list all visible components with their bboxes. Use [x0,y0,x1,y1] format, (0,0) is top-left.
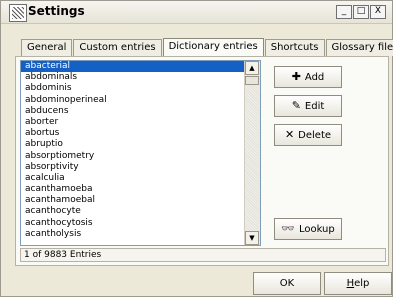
list-item[interactable]: acanthamoeba [21,184,245,195]
dictionary-list[interactable]: abacterial abdominals abdominis abdominoper… [20,60,261,246]
list-item[interactable]: acanthocyte [21,206,245,217]
lookup-label: Lookup [298,224,335,235]
binoculars-icon: 👓 [281,222,295,235]
tab-general[interactable]: General [21,39,73,56]
list-item[interactable]: absorptivity [21,162,245,173]
list-item[interactable]: abdominis [21,83,245,94]
help-accelerator: H [346,278,355,289]
edit-button[interactable]: ✎ Edit [274,95,342,117]
list-item[interactable]: abducens [21,106,245,117]
list-items: abacterial abdominals abdominis abdominoper… [21,61,245,240]
list-item[interactable]: abdominals [21,72,245,83]
list-item[interactable]: abdominoperineal [21,95,245,106]
list-item[interactable]: abacterial [21,61,245,73]
add-label: Add [304,72,325,83]
window-controls: _ □ X [335,5,386,19]
help-label-rest: elp [354,278,370,289]
list-item[interactable]: acantholysis [21,229,245,240]
tab-dictionary-entries[interactable]: Dictionary entries [162,38,264,57]
tab-glossary-files[interactable]: Glossary files [325,39,393,56]
edit-label: Edit [304,101,325,112]
edit-icon: ✎ [291,99,301,112]
list-item[interactable]: acanthocytosis [21,218,245,229]
delete-button[interactable]: ✕ Delete [274,124,342,146]
tab-shortcuts[interactable]: Shortcuts [264,39,325,56]
delete-label: Delete [298,130,332,141]
lookup-button[interactable]: 👓 Lookup [274,218,342,240]
dictionary-entries-panel: abacterial abdominals abdominis abdominoper… [15,56,389,266]
title-bar: Settings _ □ X [1,1,392,24]
scroll-up-icon[interactable]: ▲ [245,61,259,75]
window-title: Settings [28,4,85,18]
tab-strip: General Custom entries Dictionary entrie… [21,38,393,57]
ok-button[interactable]: OK [253,272,321,295]
list-item[interactable]: aborter [21,117,245,128]
x-icon: ✕ [284,128,295,141]
maximize-button[interactable]: □ [353,5,369,19]
list-item[interactable]: abortus [21,128,245,139]
add-button[interactable]: ✚ Add [274,66,342,88]
settings-app-icon [9,4,27,22]
list-scrollbar[interactable]: ▲ ▼ [244,61,260,245]
list-item[interactable]: acalculia [21,173,245,184]
list-item[interactable]: abruptio [21,139,245,150]
scroll-thumb[interactable] [245,76,259,85]
minimize-button[interactable]: _ [336,5,352,19]
settings-window: Settings _ □ X General Custom entries Di… [0,0,393,297]
help-button[interactable]: Help [324,272,392,295]
entries-status: 1 of 9883 Entries [20,248,386,262]
tab-custom-entries[interactable]: Custom entries [73,39,162,56]
list-item[interactable]: acanthamoebal [21,195,245,206]
scroll-down-icon[interactable]: ▼ [245,231,259,245]
list-item[interactable]: absorptiometry [21,151,245,162]
close-button[interactable]: X [370,5,386,19]
plus-icon: ✚ [291,70,301,83]
